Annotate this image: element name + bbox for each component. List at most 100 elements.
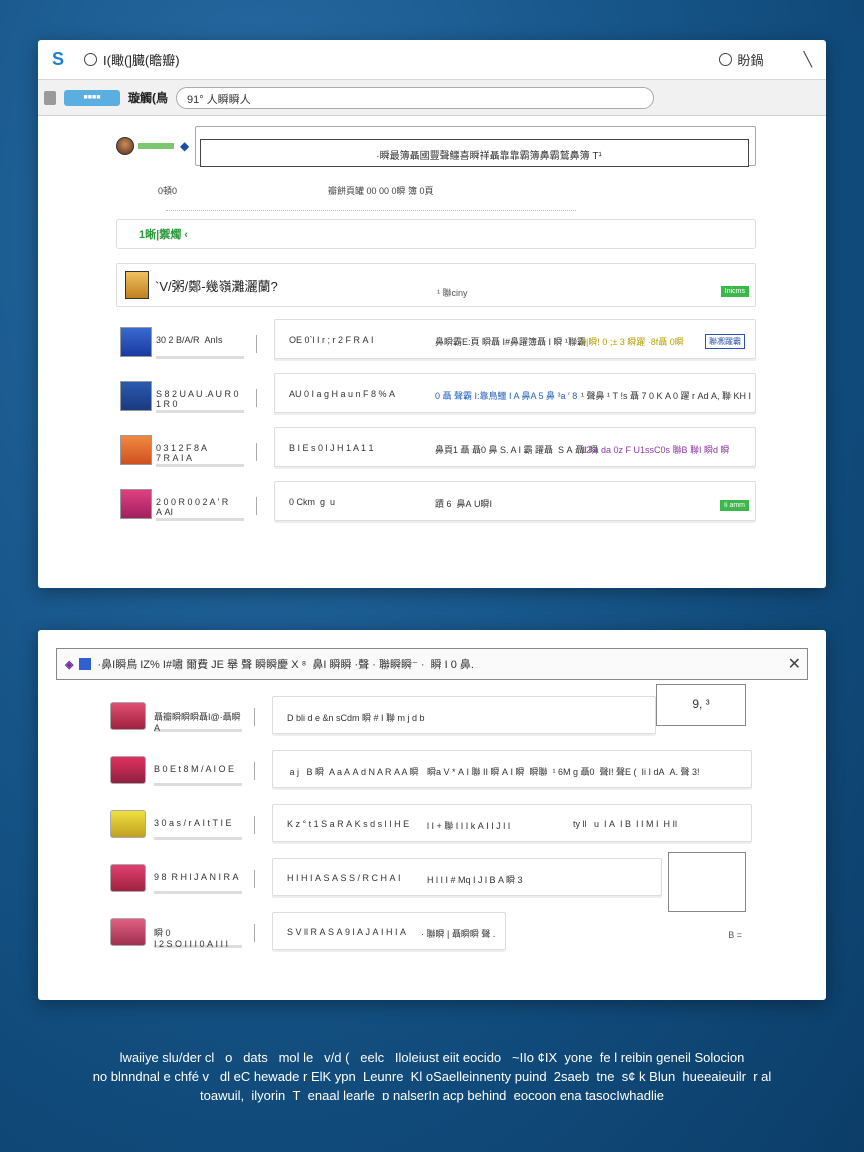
- item-col-3: 12 a da 0z F U1ssC0s 聯B 聯I 瞬d 瞬: [581, 445, 730, 455]
- item-col-1: AU 0 I a g H a u n F 8 % A: [289, 389, 396, 399]
- item-col-1: H I H I A S A S S / R C H A I: [287, 873, 401, 883]
- status-bar: [138, 143, 174, 149]
- separator: [256, 389, 257, 407]
- list-subtitle: ¹ 聯ciny: [437, 288, 468, 298]
- status-badge[interactable]: Inicms: [720, 286, 749, 297]
- list-item[interactable]: 2 0 0 R 0 0 2 A ′ R A AI 0 Ckm g u 蹟 6 鼻…: [116, 481, 756, 523]
- item-col-1: OE 0`l I r ; r 2 F R A I: [289, 335, 374, 345]
- item-details: a j B 瞬 A a A A d N A R A A 瞬 瞬a V * A I…: [272, 750, 752, 788]
- dialog-window: ◈ ·鼻I瞬鳥 IZ% I#嘯 爾費 JE 舉 聲 瞬瞬慶 X ⁸ 鼻I 瞬瞬 …: [38, 630, 826, 1000]
- item-details: AU 0 I a g H a u n F 8 % A 0 聶 聲霸 I:靠鳥鱷 …: [274, 373, 756, 413]
- item-col-1: B I E s 0 l J H 1 A 1 1: [289, 443, 374, 453]
- avatar[interactable]: [116, 137, 134, 155]
- folder-icon: [125, 271, 149, 299]
- title-bar: S I(瞰(]臓(瞻瓣) 盼鍋 ╲: [38, 40, 826, 80]
- list-item[interactable]: 瞬 0 I 2 S O I I I 0 A I I I S V ll R A S…: [110, 912, 752, 952]
- item-title: B 0 E t 8 M / A I O E: [154, 754, 242, 786]
- item-col-1: 0 Ckm g u: [289, 497, 336, 507]
- item-title: 30 2 B/A/R AnIs: [156, 325, 244, 359]
- caption-line: no blnndnal e chfé v dl eC hewade r ElK …: [92, 1069, 772, 1084]
- list-item[interactable]: 9 8 R H l J A N I R A H I H I A S A S S …: [110, 852, 752, 912]
- main-content: ◆ ·瞬最簿聶國豐聲鱷喜瞬祥聶靠靠霸簿鼻霸鷲鼻簿 T¹ 0頓0 瓣餅頁罐 00 …: [38, 126, 826, 523]
- list-item[interactable]: 0 3 1 2 F 8 A 7 R A I A B I E s 0 l J H …: [116, 427, 756, 469]
- address-field[interactable]: 91° 人瞬瞬人: [176, 86, 654, 109]
- caption-line: toawuil, ilyorin T enaal learle ɒ nalser…: [200, 1088, 664, 1103]
- side-panel: [668, 852, 746, 912]
- separator: [254, 924, 255, 942]
- primary-button[interactable]: ■■■■: [64, 89, 120, 106]
- shield-icon: ◆: [180, 139, 190, 153]
- separator: [256, 497, 257, 515]
- item-details: B I E s 0 l J H 1 A 1 1 鼻頁1 聶 聶0 鼻 S. A …: [274, 427, 756, 467]
- item-col-3: ¹ 聲鼻 ¹ T !s 聶 7 0 K A 0 躍 r Ad A, 聯 KH I: [581, 391, 752, 401]
- list-item[interactable]: S 8 2 U A U .A U R 0 1 R 0 AU 0 I a g H …: [116, 373, 756, 415]
- dialog-header: ◈ ·鼻I瞬鳥 IZ% I#嘯 爾費 JE 舉 聲 瞬瞬慶 X ⁸ 鼻I 瞬瞬 …: [56, 648, 808, 680]
- caption-line: lwaiiye slu/der cl o dats mol le v/d ( e…: [119, 1050, 745, 1065]
- search-input[interactable]: ·瞬最簿聶國豐聲鱷喜瞬祥聶靠靠霸簿鼻霸鷲鼻簿 T¹: [200, 139, 749, 167]
- meta-row: 0頓0 瓣餅頁罐 00 00 0瞬 簿 0頁: [116, 184, 756, 197]
- back-icon[interactable]: [44, 90, 56, 105]
- item-title: 聶瓣瞬瞬瞬聶I@·聶瞬A: [154, 700, 242, 733]
- meta-left: 0頓0: [158, 186, 178, 196]
- dialog-title: ·鼻I瞬鳥 IZ% I#嘯 爾費 JE 舉 聲 瞬瞬慶 X ⁸ 鼻I 瞬瞬 ·聲…: [97, 659, 474, 671]
- item-status[interactable]: Ii amm: [720, 500, 749, 511]
- item-col-1: D bli d e &n sCdm 瞬 # I 聯 m j d b: [287, 713, 425, 723]
- window-title: I(瞰(]臓(瞻瓣): [103, 53, 180, 68]
- item-title: 9 8 R H l J A N I R A: [154, 862, 242, 894]
- list-item[interactable]: 30 2 B/A/R AnIs OE 0`l I r ; r 2 F R A I…: [116, 319, 756, 361]
- separator: [256, 443, 257, 461]
- item-col-2: 鼻頁1 聶 聶0 鼻 S. A I 霸 躍聶 S A 聶I 瞬: [435, 445, 599, 455]
- item-col-3: g 聶0 聲I! 聲E ( Ii I dA A. 聲 3!: [573, 767, 700, 777]
- caption: lwaiiye slu/der cl o dats mol le v/d ( e…: [40, 1048, 824, 1105]
- close-icon[interactable]: ✕: [788, 654, 801, 674]
- account-menu[interactable]: 盼鍋: [718, 50, 764, 69]
- item-details: OE 0`l I r ; r 2 F R A I 鼻瞬霸E:頁 瞬聶 I#鼻躍簿…: [274, 319, 756, 359]
- toolbar: ■■■■ 璇觸(鳥 91° 人瞬瞬人: [38, 80, 826, 116]
- separator: [256, 335, 257, 353]
- search-container: ·瞬最簿聶國豐聲鱷喜瞬祥聶靠靠霸簿鼻霸鷲鼻簿 T¹: [195, 126, 756, 167]
- book-icon: [120, 327, 152, 357]
- item-title: S 8 2 U A U .A U R 0 1 R 0: [156, 379, 244, 413]
- item-icon: [110, 756, 146, 784]
- item-col-1: K z ° t 1 S a R A K s d s l I H E: [287, 819, 410, 829]
- list-item[interactable]: B 0 E t 8 M / A I O E a j B 瞬 A a A A d …: [110, 750, 752, 790]
- account-circle-icon: [718, 53, 732, 66]
- item-icon: [110, 810, 146, 838]
- status-circle-icon: [84, 53, 97, 66]
- toolbar-label: 璇觸(鳥: [128, 91, 168, 105]
- item-col-2: H l I I # Mq I J l B A 瞬 3: [427, 875, 526, 885]
- item-col-1: S V ll R A S A 9 l A J A I H I A: [287, 927, 407, 937]
- account-label: 盼鍋: [737, 53, 764, 68]
- filter-bar[interactable]: 1晰|禦燭 ‹: [116, 219, 756, 249]
- item-details: 0 Ckm g u 蹟 6 鼻A U瞬I Ii amm: [274, 481, 756, 521]
- list-item[interactable]: 3 0 a s / r A I t T I E K z ° t 1 S a R …: [110, 804, 752, 844]
- item-col-2: 瞬a V * A I 聯 II 瞬 A I 瞬 瞬聯 ¹ 6M: [427, 767, 571, 777]
- item-details: S V ll R A S A 9 l A J A I H I A · 聯瞬 | …: [272, 912, 506, 950]
- item-title: 3 0 a s / r A I t T I E: [154, 808, 242, 840]
- item-title: 瞬 0 I 2 S O I I I 0 A I I I: [154, 916, 242, 949]
- meta-right: 瓣餅頁罐 00 00 0瞬 簿 0頁: [328, 186, 434, 196]
- item-icon: [110, 702, 146, 730]
- item-details: K z ° t 1 S a R A K s d s l I H E l I + …: [272, 804, 752, 842]
- dialog-content: 聶瓣瞬瞬瞬聶I@·聶瞬A D bli d e &n sCdm 瞬 # I 聯 m…: [38, 684, 826, 952]
- divider: [166, 201, 576, 211]
- separator: [254, 816, 255, 834]
- item-icon: [110, 918, 146, 946]
- item-status[interactable]: 聯凞躍霸: [705, 334, 745, 349]
- profile-row: ◆ ·瞬最簿聶國豐聲鱷喜瞬祥聶靠靠霸簿鼻霸鷲鼻簿 T¹: [116, 126, 756, 167]
- list-header: `V/粥/鄭-幾嶺灘灑蘭? ¹ 聯ciny Inicms: [116, 263, 756, 307]
- app-icon: ◈: [65, 658, 74, 671]
- book-icon: [120, 489, 152, 519]
- main-window: S I(瞰(]臓(瞻瓣) 盼鍋 ╲ ■■■■ 璇觸(鳥 91° 人瞬瞬人 ◆ ·…: [38, 40, 826, 588]
- item-icon: [110, 864, 146, 892]
- item-col-2: l I + 聯 I I I k A I I J l I: [427, 821, 511, 831]
- list-item[interactable]: 聶瓣瞬瞬瞬聶I@·聶瞬A D bli d e &n sCdm 瞬 # I 聯 m…: [110, 684, 752, 736]
- close-icon[interactable]: ╲: [804, 51, 812, 68]
- list-title: `V/粥/鄭-幾嶺灘灑蘭?: [155, 278, 278, 294]
- app-logo-icon: S: [52, 49, 65, 69]
- page-indicator[interactable]: B =: [728, 930, 742, 940]
- separator: [254, 762, 255, 780]
- item-col-3: 0|瞬! 0 ;± 3 瞬躍 ·8f聶 0瞬: [581, 337, 684, 347]
- item-details: D bli d e &n sCdm 瞬 # I 聯 m j d b: [272, 696, 656, 734]
- side-panel[interactable]: 9, ³: [656, 684, 746, 726]
